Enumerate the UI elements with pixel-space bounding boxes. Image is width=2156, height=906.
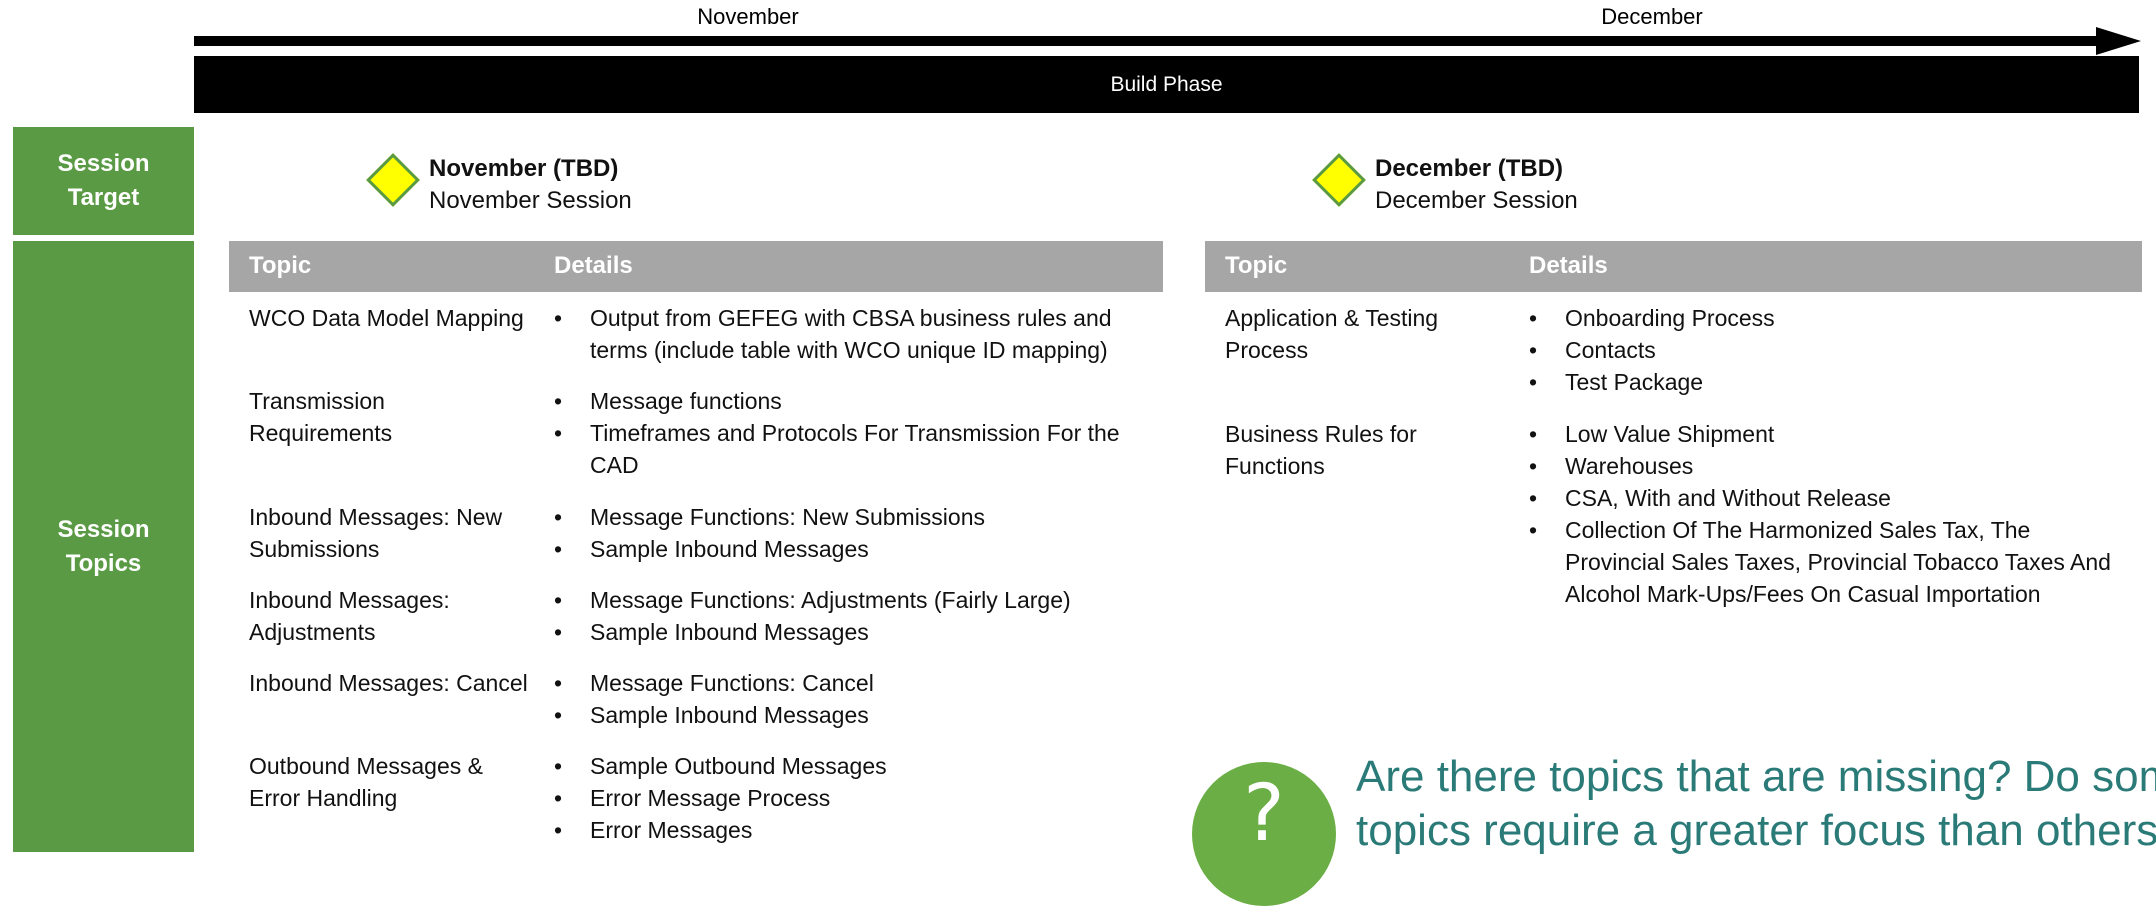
list-item: Sample Inbound Messages — [554, 533, 1134, 565]
table-row-topic: Transmission Requirements — [249, 388, 393, 446]
milestone-title-december: December (TBD) — [1375, 155, 1564, 182]
month-label-december: December — [1601, 4, 1703, 29]
list-item: Sample Inbound Messages — [554, 699, 1134, 731]
november-table-header: Topic Details — [229, 241, 1163, 292]
table-row-details: Low Value Shipment Warehouses CSA, With … — [1529, 418, 2129, 610]
callout-text: Are there topics that are missing? Do so… — [1356, 750, 2156, 858]
table-row-details: Sample Outbound Messages Error Message P… — [554, 750, 1134, 846]
list-item: Warehouses — [1529, 450, 2129, 482]
topic-column-header: Topic — [1225, 252, 1288, 279]
callout-line-2: topics require a greater focus than othe… — [1356, 806, 2156, 855]
milestone-subtitle-november: November Session — [429, 187, 632, 214]
list-item: Sample Inbound Messages — [554, 616, 1159, 648]
list-item: Error Message Process — [554, 782, 1134, 814]
details-column-header: Details — [554, 252, 633, 279]
table-row-details: Message Functions: Cancel Sample Inbound… — [554, 667, 1134, 731]
list-item: Output from GEFEG with CBSA business rul… — [554, 302, 1159, 366]
milestone-subtitle-december: December Session — [1375, 187, 1578, 214]
list-item: Low Value Shipment — [1529, 418, 2129, 450]
table-row-details: Output from GEFEG with CBSA business rul… — [554, 302, 1159, 366]
question-mark-glyph: ? — [1243, 769, 1285, 859]
december-table-header: Topic Details — [1205, 241, 2142, 292]
list-item: Contacts — [1529, 334, 2109, 366]
list-item: Message Functions: Adjustments (Fairly L… — [554, 584, 1159, 616]
session-topics-label: Session Topics — [57, 515, 150, 577]
session-target-label: Session Target — [57, 150, 150, 211]
table-row-topic: Business Rules for Functions — [1225, 421, 1417, 479]
list-item: CSA, With and Without Release — [1529, 482, 2129, 514]
table-row-topic: Inbound Messages: New Submissions — [249, 504, 503, 562]
table-row-details: Message functions Timeframes and Protoco… — [554, 385, 1134, 481]
table-row-topic: WCO Data Model Mapping — [249, 305, 524, 331]
milestone-title-november: November (TBD) — [429, 155, 619, 182]
topic-column-header: Topic — [249, 252, 312, 279]
list-item: Message Functions: Cancel — [554, 667, 1134, 699]
timeline-arrow-line — [194, 36, 2099, 46]
list-item: Timeframes and Protocols For Transmissio… — [554, 417, 1134, 481]
milestone-diamond-icon — [366, 153, 420, 207]
table-row-topic: Inbound Messages: Cancel — [249, 670, 528, 696]
list-item: Message functions — [554, 385, 1134, 417]
timeline-arrow-head-icon — [2096, 27, 2141, 55]
list-item: Test Package — [1529, 366, 2109, 398]
list-item: Message Functions: New Submissions — [554, 501, 1134, 533]
callout-line-1: Are there topics that are missing? Do so… — [1356, 752, 2156, 801]
month-label-november: November — [697, 4, 799, 29]
table-row-topic: Inbound Messages: Adjustments — [249, 587, 450, 645]
table-row-topic: Application & Testing Process — [1225, 305, 1439, 363]
table-row-details: Message Functions: Adjustments (Fairly L… — [554, 584, 1159, 648]
build-phase-bar: Build Phase — [194, 56, 2139, 113]
list-item: Error Messages — [554, 814, 1134, 846]
list-item: Onboarding Process — [1529, 302, 2109, 334]
session-target-label-box: Session Target — [13, 127, 194, 235]
session-topics-label-box: Session Topics — [13, 241, 194, 852]
build-phase-label: Build Phase — [1110, 72, 1223, 96]
list-item: Collection Of The Harmonized Sales Tax, … — [1529, 514, 2129, 610]
table-row-details: Message Functions: New Submissions Sampl… — [554, 501, 1134, 565]
table-row-topic: Outbound Messages & Error Handling — [249, 753, 483, 811]
list-item: Sample Outbound Messages — [554, 750, 1134, 782]
details-column-header: Details — [1529, 252, 1608, 279]
table-row-details: Onboarding Process Contacts Test Package — [1529, 302, 2109, 398]
milestone-diamond-icon — [1312, 153, 1366, 207]
